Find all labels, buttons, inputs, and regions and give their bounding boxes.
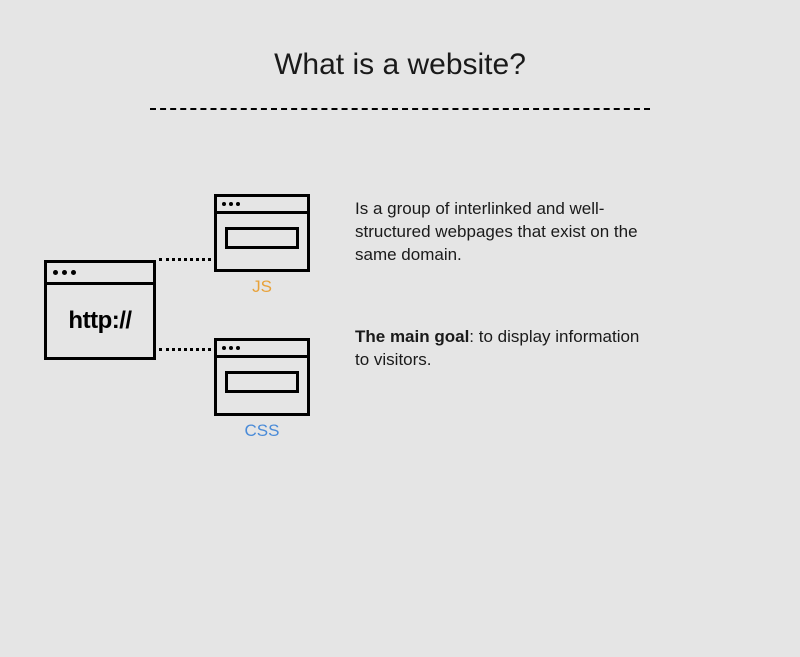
- browser-window-main: http://: [44, 260, 156, 360]
- css-label: CSS: [214, 421, 310, 441]
- definition-text: Is a group of interlinked and well-struc…: [355, 198, 655, 267]
- window-dot-icon: [229, 202, 233, 206]
- connector-line-bottom: [159, 348, 211, 351]
- window-inner-bar: [225, 227, 299, 249]
- window-dot-icon: [222, 202, 226, 206]
- window-dot-icon: [236, 202, 240, 206]
- browser-window-css: [214, 338, 310, 416]
- main-window-label: http://: [47, 285, 153, 357]
- js-label: JS: [214, 277, 310, 297]
- window-dot-icon: [53, 270, 58, 275]
- browser-window-js: [214, 194, 310, 272]
- connector-line-top: [159, 258, 211, 261]
- main-goal-label: The main goal: [355, 327, 469, 346]
- page-title: What is a website?: [0, 48, 800, 82]
- window-dot-icon: [222, 346, 226, 350]
- window-dot-icon: [229, 346, 233, 350]
- window-dot-icon: [236, 346, 240, 350]
- window-titlebar: [47, 263, 153, 285]
- window-titlebar: [217, 197, 307, 214]
- divider-line: [150, 108, 650, 110]
- window-titlebar: [217, 341, 307, 358]
- window-inner-bar: [225, 371, 299, 393]
- main-goal-text: The main goal: to display information to…: [355, 326, 655, 372]
- window-dot-icon: [62, 270, 67, 275]
- window-dot-icon: [71, 270, 76, 275]
